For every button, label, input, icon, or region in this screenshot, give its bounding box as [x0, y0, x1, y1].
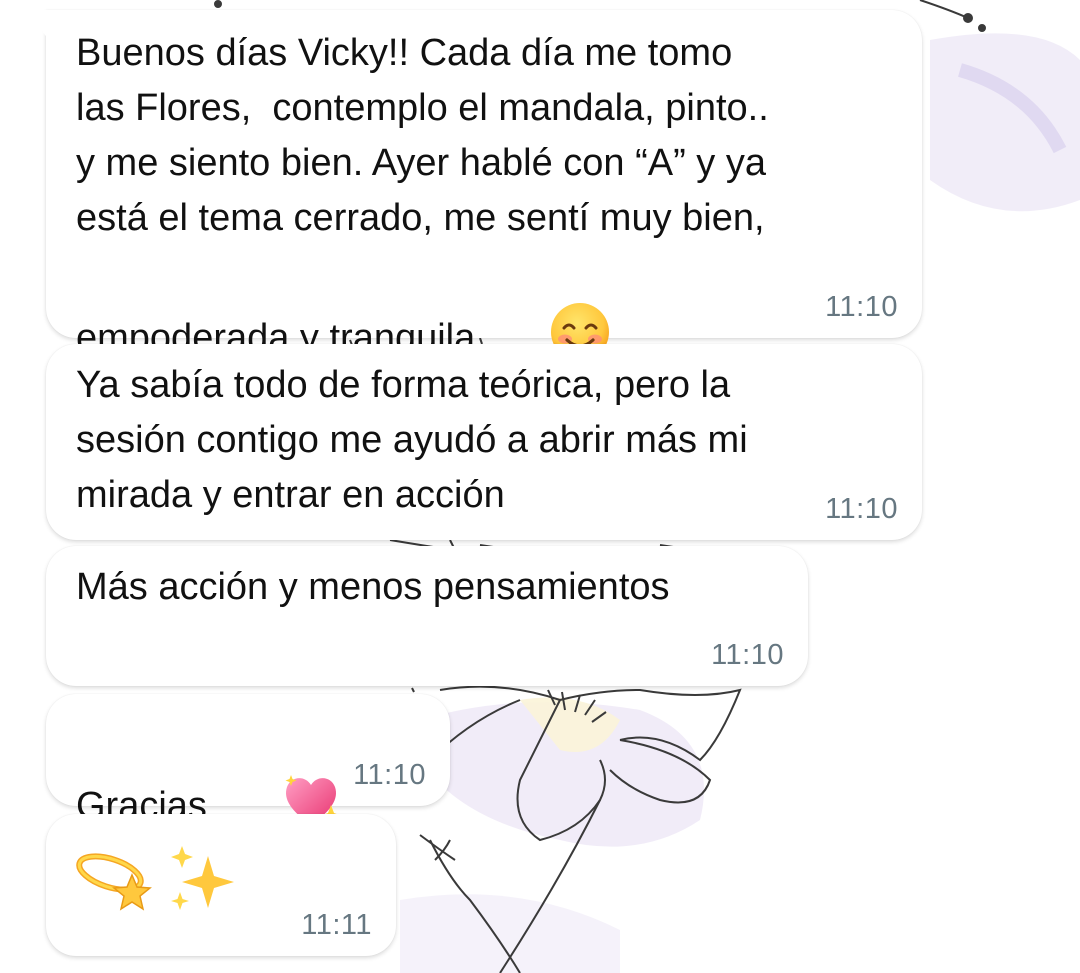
bubble-tail: [24, 10, 46, 36]
message-bubble[interactable]: 11:11: [46, 814, 396, 956]
message-bubble[interactable]: Buenos días Vicky!! Cada día me tomo las…: [24, 10, 922, 361]
message-timestamp: 11:11: [301, 909, 372, 941]
message-timestamp: 11:10: [825, 291, 898, 323]
message-text: Ya sabía todo de forma teórica, pero la …: [76, 364, 748, 516]
message-timestamp: 11:10: [825, 493, 898, 525]
sparkles-icon: [164, 842, 244, 923]
message-bubble[interactable]: Gracias 11:10: [46, 694, 450, 827]
emoji-row: [74, 842, 244, 912]
message-text: Más acción y menos pensamientos: [76, 566, 670, 608]
message-bubble[interactable]: Más acción y menos pensamientos 11:10: [46, 546, 808, 686]
message-bubble[interactable]: Ya sabía todo de forma teórica, pero la …: [46, 344, 922, 540]
message-timestamp: 11:10: [353, 759, 426, 791]
message-timestamp: 11:10: [711, 639, 784, 671]
dizzy-star-icon: [74, 845, 160, 920]
